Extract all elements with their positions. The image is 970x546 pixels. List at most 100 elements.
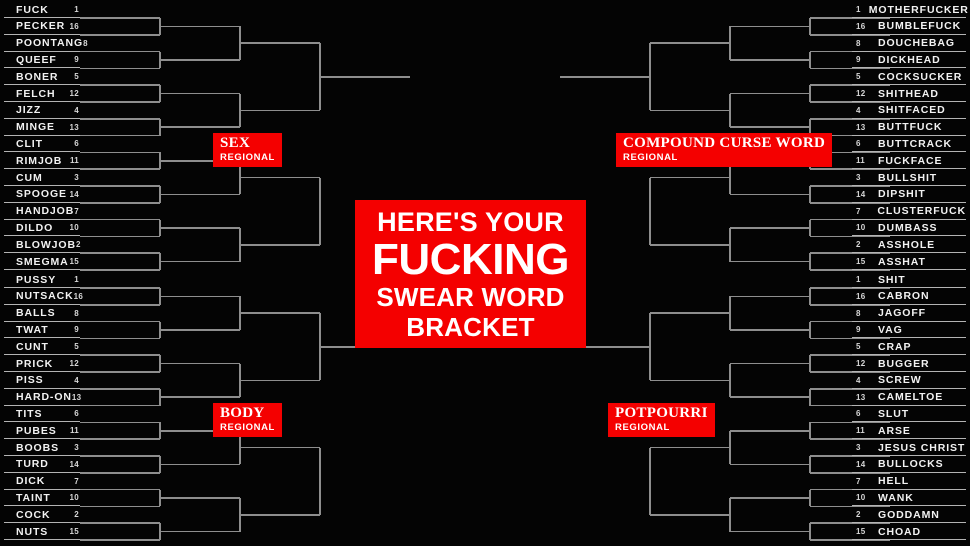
bracket-slot[interactable]: 2 GODDAMN bbox=[852, 507, 966, 524]
bracket-slot[interactable]: 14 DIPSHIT bbox=[852, 187, 966, 203]
compound-feed bbox=[650, 244, 730, 246]
team-seed: 1 bbox=[74, 5, 79, 14]
region-sublabel: REGIONAL bbox=[623, 152, 678, 163]
bracket-canvas: FUCK 1 PECKER 16 POONTANG 8 QUEEF 9 BONER 5 FELCH 1… bbox=[0, 0, 970, 546]
bracket-slot[interactable]: 16 CABRON bbox=[852, 289, 966, 305]
title-line-1: HERE'S YOUR bbox=[377, 206, 564, 237]
bracket-slot[interactable]: 15 ASSHAT bbox=[852, 254, 966, 270]
team-name: ASSHOLE bbox=[878, 238, 936, 251]
bracket-slot[interactable]: BLOWJOB 2 bbox=[4, 237, 80, 254]
bracket-slot[interactable]: POONTANG 8 bbox=[4, 36, 88, 52]
team-name: HARD-ON bbox=[16, 391, 72, 404]
bracket-slot[interactable]: FUCK 1 bbox=[4, 2, 80, 18]
bracket-slot[interactable]: 8 DOUCHEBAG bbox=[852, 36, 966, 52]
team-seed: 15 bbox=[69, 257, 79, 266]
team-seed: 8 bbox=[856, 38, 861, 48]
team-seed: 8 bbox=[83, 38, 88, 48]
team-name: BONER bbox=[16, 70, 59, 83]
team-name: COCKSUCKER bbox=[878, 70, 963, 83]
sex-feed bbox=[160, 92, 240, 95]
body-feed bbox=[80, 287, 160, 289]
bracket-slot[interactable]: 6 SLUT bbox=[852, 406, 966, 423]
bracket-slot[interactable]: 11 FUCKFACE bbox=[852, 153, 966, 170]
bracket-slot[interactable]: JIZZ 4 bbox=[4, 103, 80, 119]
bracket-slot[interactable]: 7 HELL bbox=[852, 474, 966, 490]
bracket-slot[interactable]: CLIT 6 bbox=[4, 136, 80, 153]
bracket-slot[interactable]: HARD-ON 13 bbox=[4, 390, 81, 406]
bracket-slot[interactable]: 9 VAG bbox=[852, 322, 966, 339]
sex-feed bbox=[240, 42, 320, 44]
bracket-slot[interactable]: PECKER 16 bbox=[4, 19, 80, 35]
bracket-slot[interactable]: 16 BUMBLEFUCK bbox=[852, 19, 966, 35]
bracket-slot[interactable]: 3 BULLSHIT bbox=[852, 170, 966, 186]
bracket-slot[interactable]: 5 CRAP bbox=[852, 339, 966, 356]
compound-feed bbox=[730, 59, 810, 61]
team-seed: 11 bbox=[69, 156, 79, 166]
region-label-body: BODY REGIONAL bbox=[213, 403, 282, 437]
bracket-slot[interactable]: TITS 6 bbox=[4, 406, 80, 423]
bracket-slot[interactable]: 13 CAMELTOE bbox=[852, 390, 966, 406]
team-seed: 7 bbox=[74, 206, 79, 216]
bracket-slot[interactable]: DICK 7 bbox=[4, 474, 80, 490]
bracket-slot[interactable]: 6 BUTTCRACK bbox=[852, 136, 966, 153]
bracket-slot[interactable]: BOOBS 3 bbox=[4, 440, 80, 456]
bracket-slot[interactable]: TURD 14 bbox=[4, 457, 80, 473]
bracket-slot[interactable]: CUM 3 bbox=[4, 170, 80, 186]
team-name: WANK bbox=[878, 491, 914, 504]
team-name: PECKER bbox=[16, 20, 66, 33]
bracket-slot[interactable]: CUNT 5 bbox=[4, 339, 80, 356]
sex-feed bbox=[160, 260, 240, 263]
team-name: RIMJOB bbox=[16, 154, 63, 167]
bracket-slot[interactable]: 4 SCREW bbox=[852, 373, 966, 389]
bracket-slot[interactable]: 11 ARSE bbox=[852, 423, 966, 440]
team-name: SPOOGE bbox=[16, 188, 67, 201]
bracket-slot[interactable]: PUSSY 1 bbox=[4, 272, 80, 288]
team-seed: 15 bbox=[69, 527, 79, 536]
team-name: BALLS bbox=[16, 307, 56, 320]
bracket-slot[interactable]: FELCH 12 bbox=[4, 86, 80, 102]
bracket-slot[interactable]: 7 CLUSTERFUCK bbox=[852, 204, 966, 220]
bracket-slot[interactable]: RIMJOB 11 bbox=[4, 153, 80, 170]
bracket-slot[interactable]: PUBES 11 bbox=[4, 423, 80, 440]
bracket-slot[interactable]: NUTS 15 bbox=[4, 524, 80, 540]
team-name: SLUT bbox=[878, 407, 910, 420]
bracket-slot[interactable]: PRICK 12 bbox=[4, 356, 80, 372]
bracket-slot[interactable]: BALLS 8 bbox=[4, 306, 80, 322]
body-join bbox=[319, 447, 321, 515]
bracket-slot[interactable]: 12 BUGGER bbox=[852, 356, 966, 372]
bracket-slot[interactable]: 2 ASSHOLE bbox=[852, 237, 966, 254]
bracket-slot[interactable]: SMEGMA 15 bbox=[4, 254, 80, 270]
bracket-slot[interactable]: NUTSACK 16 bbox=[4, 289, 83, 305]
bracket-slot[interactable]: TAINT 10 bbox=[4, 490, 80, 507]
bracket-slot[interactable]: 9 DICKHEAD bbox=[852, 52, 966, 69]
potpourri-feed bbox=[730, 497, 810, 499]
team-seed: 12 bbox=[856, 89, 866, 98]
bracket-slot[interactable]: COCK 2 bbox=[4, 507, 80, 524]
bracket-slot[interactable]: 5 COCKSUCKER bbox=[852, 69, 966, 86]
sex-feed bbox=[80, 118, 160, 120]
bracket-slot[interactable]: HANDJOB 7 bbox=[4, 204, 80, 220]
bracket-slot[interactable]: TWAT 9 bbox=[4, 322, 80, 339]
bracket-slot[interactable]: 1 SHIT bbox=[852, 272, 966, 288]
bracket-slot[interactable]: 15 CHOAD bbox=[852, 524, 966, 540]
bracket-slot[interactable]: 4 SHITFACED bbox=[852, 103, 966, 119]
bracket-slot[interactable]: PISS 4 bbox=[4, 373, 80, 389]
team-seed: 13 bbox=[856, 122, 866, 132]
team-name: VAG bbox=[878, 323, 903, 336]
bracket-slot[interactable]: 10 WANK bbox=[852, 490, 966, 507]
bracket-slot[interactable]: 10 DUMBASS bbox=[852, 220, 966, 237]
bracket-slot[interactable]: 3 JESUS CHRIST bbox=[852, 440, 966, 456]
bracket-slot[interactable]: 8 JAGOFF bbox=[852, 306, 966, 322]
bracket-slot[interactable]: 12 SHITHEAD bbox=[852, 86, 966, 102]
bracket-slot[interactable]: SPOOGE 14 bbox=[4, 187, 80, 203]
bracket-slot[interactable]: 14 BULLOCKS bbox=[852, 457, 966, 473]
team-seed: 10 bbox=[69, 493, 79, 503]
bracket-slot[interactable]: BONER 5 bbox=[4, 69, 80, 86]
sex-feed bbox=[80, 134, 160, 137]
bracket-slot[interactable]: 13 BUTTFUCK bbox=[852, 120, 966, 136]
sex-feed bbox=[80, 50, 160, 53]
bracket-slot[interactable]: MINGE 13 bbox=[4, 120, 80, 136]
bracket-slot[interactable]: DILDO 10 bbox=[4, 220, 80, 237]
bracket-slot[interactable]: 1 MOTHERFUCKER bbox=[852, 2, 968, 18]
bracket-slot[interactable]: QUEEF 9 bbox=[4, 52, 80, 69]
